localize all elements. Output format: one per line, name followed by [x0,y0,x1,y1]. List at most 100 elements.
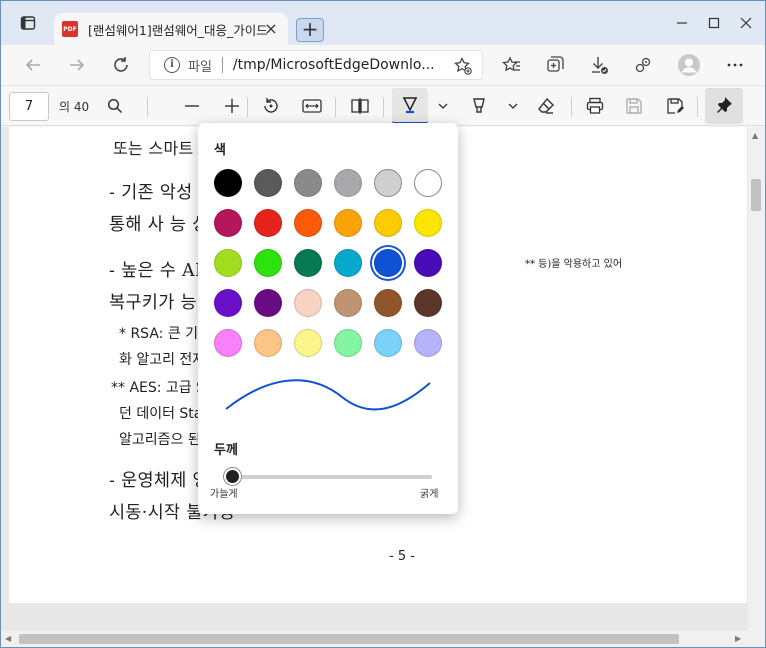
tab-active[interactable]: PDF [랜섬웨어1]랜섬웨어_대응_가이드( × [54,13,288,45]
highlight-chevron-down-icon[interactable] [501,94,525,118]
rotate-icon[interactable] [259,94,283,118]
color-swatch[interactable] [294,289,322,317]
horizontal-scroll-thumb[interactable] [19,634,679,644]
search-icon[interactable] [103,94,127,118]
toolbar-divider [147,97,148,117]
toolbar-divider [247,97,248,117]
page-view-icon[interactable] [348,94,372,118]
color-swatch[interactable] [374,249,402,277]
thickness-heading: 두께 [214,443,238,458]
zoom-in-icon[interactable] [220,94,244,118]
color-swatch[interactable] [374,329,402,357]
color-swatch[interactable] [214,209,242,237]
zoom-out-icon[interactable] [180,94,204,118]
color-swatch[interactable] [374,289,402,317]
color-swatch[interactable] [214,289,242,317]
color-swatch[interactable] [294,209,322,237]
toolbar-divider [335,97,336,117]
print-icon[interactable] [583,94,607,118]
maximize-icon[interactable] [699,1,729,45]
save-icon[interactable] [622,94,646,118]
downloads-icon[interactable] [587,53,611,77]
refresh-icon[interactable] [109,53,133,77]
close-tab-icon[interactable]: × [262,20,280,38]
color-swatch[interactable] [414,249,442,277]
color-swatch[interactable] [214,249,242,277]
avatar[interactable] [677,53,701,77]
add-favorite-icon[interactable] [454,56,472,79]
page-number-footer: - 5 - [389,549,415,564]
save-as-icon[interactable] [663,94,687,118]
vertical-scroll-thumb[interactable] [751,179,761,211]
pdf-toolbar: 7 의 40 [1,85,765,126]
favorites-icon[interactable] [499,53,523,77]
color-swatch[interactable] [334,169,362,197]
stroke-preview [225,379,431,411]
color-swatch[interactable] [334,329,362,357]
browser-window: PDF [랜섬웨어1]랜섬웨어_대응_가이드( × + i 파일 /tmp/Mi… [0,0,766,648]
toolbar-divider [571,97,572,117]
thick-label: 굵게 [420,489,439,500]
pin-toolbar-button[interactable] [705,88,743,124]
color-swatch[interactable] [294,169,322,197]
extensions-icon[interactable] [631,53,655,77]
toolbar-divider [697,97,698,117]
tab-title: [랜섬웨어1]랜섬웨어_대응_가이드( [88,22,268,38]
color-swatch[interactable] [374,169,402,197]
minimize-icon[interactable] [667,1,697,45]
color-swatch[interactable] [414,209,442,237]
color-swatch[interactable] [254,249,282,277]
color-swatch[interactable] [374,209,402,237]
collections-icon[interactable] [543,53,567,77]
thickness-slider[interactable] [232,475,432,479]
draw-color-chevron-down-icon[interactable] [431,94,455,118]
thickness-slider-thumb[interactable] [224,468,241,485]
horizontal-scrollbar[interactable]: ◀ ▶ [1,631,765,647]
color-swatch[interactable] [214,329,242,357]
back-icon[interactable] [21,53,45,77]
color-swatch[interactable] [334,249,362,277]
draw-button[interactable] [392,88,428,124]
info-icon[interactable]: i [164,57,180,73]
url-text[interactable]: /tmp/MicrosoftEdgeDownlo... [233,57,435,73]
eraser-icon[interactable] [534,94,558,118]
page-number-input[interactable]: 7 [9,92,49,121]
draw-options-popup: 색 두께 가늘게 굵게 [198,123,458,514]
close-window-icon[interactable] [731,1,761,45]
color-swatch[interactable] [254,169,282,197]
tab-actions-icon[interactable] [15,1,41,45]
scroll-left-icon[interactable]: ◀ [5,634,11,643]
color-swatch[interactable] [414,329,442,357]
address-bar[interactable]: i 파일 /tmp/MicrosoftEdgeDownlo... [149,50,483,80]
thin-label: 가늘게 [210,489,238,500]
highlight-icon[interactable] [467,94,491,118]
vertical-scrollbar[interactable]: ▲ [748,127,765,631]
color-swatch[interactable] [414,289,442,317]
color-swatch[interactable] [214,169,242,197]
scroll-right-icon[interactable]: ▶ [735,634,741,643]
color-swatch[interactable] [254,289,282,317]
doc-text-superscript: ** 등)을 악용하고 있어 [525,259,623,270]
address-separator [221,57,223,73]
doc-text-line: 복구키가 능 [109,293,197,313]
color-swatch[interactable] [414,169,442,197]
new-tab-button[interactable]: + [296,18,324,42]
color-heading: 색 [214,143,226,158]
color-swatch[interactable] [294,249,322,277]
pdf-file-icon: PDF [62,21,78,37]
navigation-bar: i 파일 /tmp/MicrosoftEdgeDownlo... [1,45,765,85]
forward-icon[interactable] [65,53,89,77]
color-swatch[interactable] [334,209,362,237]
scroll-up-icon[interactable]: ▲ [752,131,758,140]
address-scheme-label: 파일 [188,59,212,75]
color-swatch[interactable] [254,329,282,357]
color-swatch[interactable] [334,289,362,317]
title-bar: PDF [랜섬웨어1]랜섬웨어_대응_가이드( × + [1,1,765,45]
color-swatch[interactable] [294,329,322,357]
fit-to-width-icon[interactable] [300,94,324,118]
more-options-icon[interactable] [723,53,747,77]
toolbar-divider [383,97,384,117]
page-count-label: 의 40 [59,100,90,114]
pin-icon [717,97,732,113]
color-swatch[interactable] [254,209,282,237]
